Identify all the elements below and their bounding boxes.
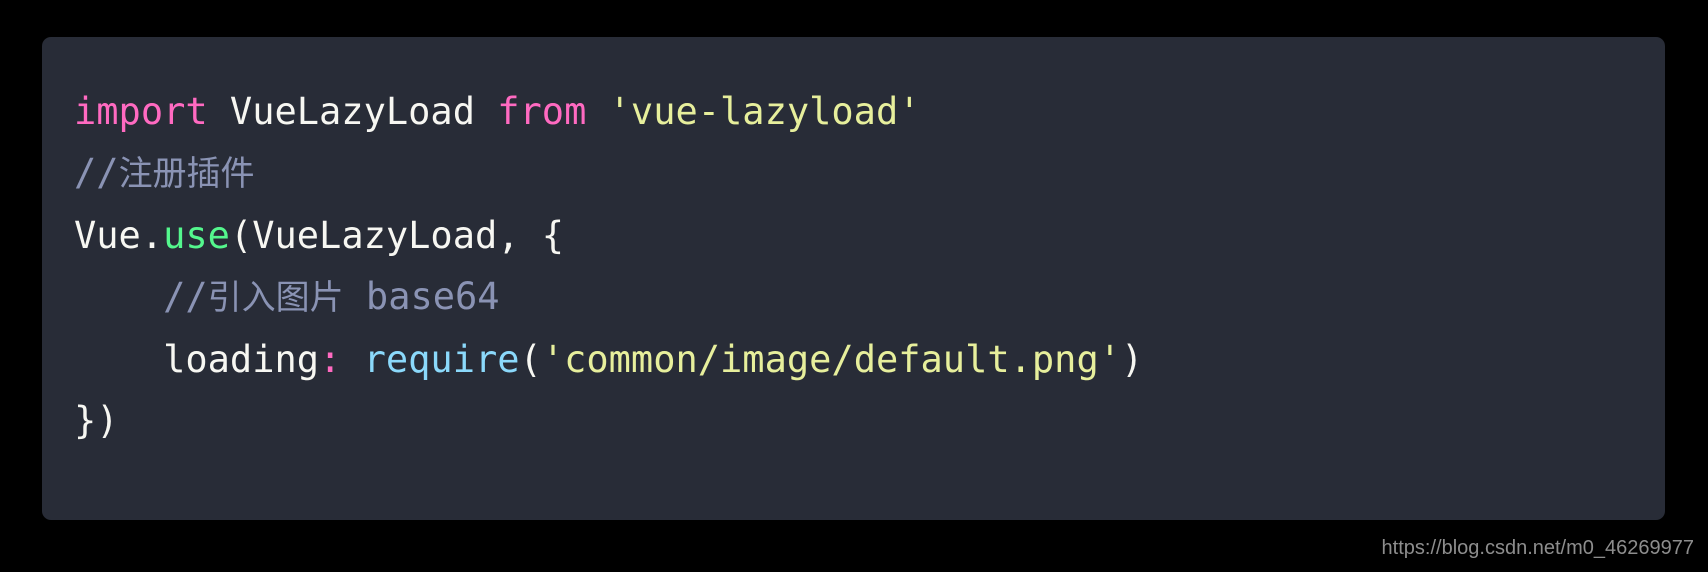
- code-token-comment: 注册插件: [118, 154, 255, 194]
- code-token-punct: :: [319, 338, 342, 381]
- code-token-keyword: import: [74, 90, 208, 133]
- code-token-string: 'common/image/default.png': [541, 338, 1122, 381]
- code-token-method: use: [163, 214, 230, 257]
- code-token-plain: (VueLazyLoad, {: [229, 214, 565, 257]
- code-line: //注册插件: [74, 142, 1665, 205]
- code-line: }): [74, 390, 1665, 451]
- code-token-plain: VueLazyLoad: [207, 90, 498, 133]
- code-token-plain: loading: [74, 338, 320, 381]
- code-token-plain: }): [74, 399, 119, 442]
- code-line: loading: require('common/image/default.p…: [74, 329, 1665, 390]
- code-token-function: require: [363, 338, 520, 381]
- code-token-comment: //: [74, 151, 119, 194]
- page-background: import VueLazyLoad from 'vue-lazyload' /…: [0, 0, 1708, 572]
- code-line: import VueLazyLoad from 'vue-lazyload': [74, 81, 1665, 142]
- code-content: import VueLazyLoad from 'vue-lazyload' /…: [42, 81, 1665, 451]
- code-token-plain: ): [1121, 338, 1144, 381]
- watermark-url: https://blog.csdn.net/m0_46269977: [1381, 537, 1694, 559]
- code-token-keyword: from: [497, 90, 587, 133]
- code-token-string: 'vue-lazyload': [608, 90, 921, 133]
- code-token-comment: base64: [343, 275, 500, 318]
- code-token-comment: //: [74, 275, 208, 318]
- code-line: Vue.use(VueLazyLoad, {: [74, 205, 1665, 266]
- code-block: import VueLazyLoad from 'vue-lazyload' /…: [42, 37, 1665, 520]
- code-token-plain: Vue.: [74, 214, 164, 257]
- code-token-comment: 引入图片: [207, 278, 344, 318]
- code-line: //引入图片 base64: [74, 266, 1665, 329]
- code-token-plain: (: [519, 338, 542, 381]
